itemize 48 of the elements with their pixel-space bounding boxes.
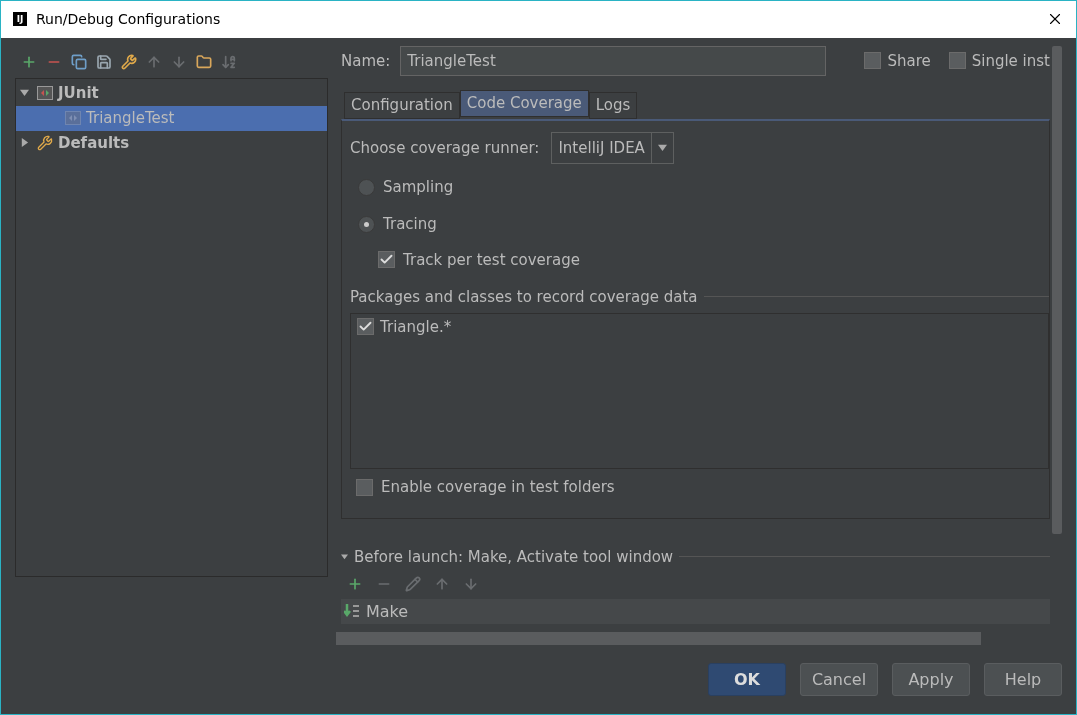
dropdown-arrow-icon[interactable]	[657, 143, 667, 153]
dialog-button[interactable]: Cancel	[800, 662, 878, 696]
tree-item[interactable]: JUnit	[16, 80, 327, 106]
task-item[interactable]: Make	[341, 598, 1050, 624]
checkbox[interactable]	[357, 318, 374, 336]
test-class-icon	[37, 86, 53, 101]
folder-icon[interactable]	[196, 53, 212, 70]
wrench-icon	[37, 135, 53, 152]
checkbox-label: Share	[887, 51, 931, 70]
dialog-button[interactable]: Apply	[892, 662, 970, 696]
expand-arrow-icon[interactable]	[20, 137, 29, 147]
app-logo: IJ	[13, 12, 27, 27]
checkbox-label: Single inst	[971, 51, 1050, 70]
copy-icon[interactable]	[71, 53, 87, 70]
section-title: Packages and classes to record coverage data	[350, 287, 698, 306]
task-label: Make	[366, 601, 409, 621]
section-title: Before launch: Make, Activate tool window	[354, 547, 674, 566]
runner-dropdown[interactable]: IntelliJ IDEA	[551, 131, 674, 164]
tree-item[interactable]: TriangleTest	[16, 105, 327, 131]
wrench-icon[interactable]	[121, 53, 137, 70]
checkbox[interactable]	[948, 52, 966, 70]
scrollbar-thumb[interactable]	[336, 631, 981, 645]
collapse-arrow-icon[interactable]	[341, 553, 348, 561]
checkbox[interactable]	[378, 251, 395, 269]
tree-item[interactable]: Defaults	[16, 130, 327, 156]
package-pattern: Triangle.*	[380, 317, 452, 336]
checkbox[interactable]	[864, 52, 882, 70]
build-icon	[344, 603, 362, 620]
checkbox[interactable]	[356, 478, 373, 496]
radio-button[interactable]	[358, 178, 375, 196]
tab[interactable]: Configuration	[344, 91, 460, 119]
checkbox-label: Track per test coverage	[403, 250, 580, 269]
dialog-button[interactable]: OK	[708, 662, 786, 696]
name-field[interactable]: TriangleTest	[400, 45, 827, 76]
tab[interactable]: Logs	[588, 91, 638, 119]
scrollbar-thumb[interactable]	[1052, 45, 1062, 534]
test-class-icon	[65, 111, 81, 126]
checkbox-label: Enable coverage in test folders	[381, 478, 615, 497]
name-label: Name:	[341, 51, 391, 70]
radio-label: Tracing	[383, 215, 437, 234]
save-icon[interactable]	[96, 53, 112, 70]
radio-label: Sampling	[383, 178, 454, 197]
runner-label: Choose coverage runner:	[350, 138, 540, 157]
radio-button[interactable]	[358, 215, 375, 233]
window-title: Run/Debug Configurations	[36, 11, 222, 28]
dialog-button[interactable]: Help	[984, 662, 1062, 696]
tab[interactable]: Code Coverage	[459, 89, 589, 117]
collapse-arrow-icon[interactable]	[20, 87, 29, 97]
